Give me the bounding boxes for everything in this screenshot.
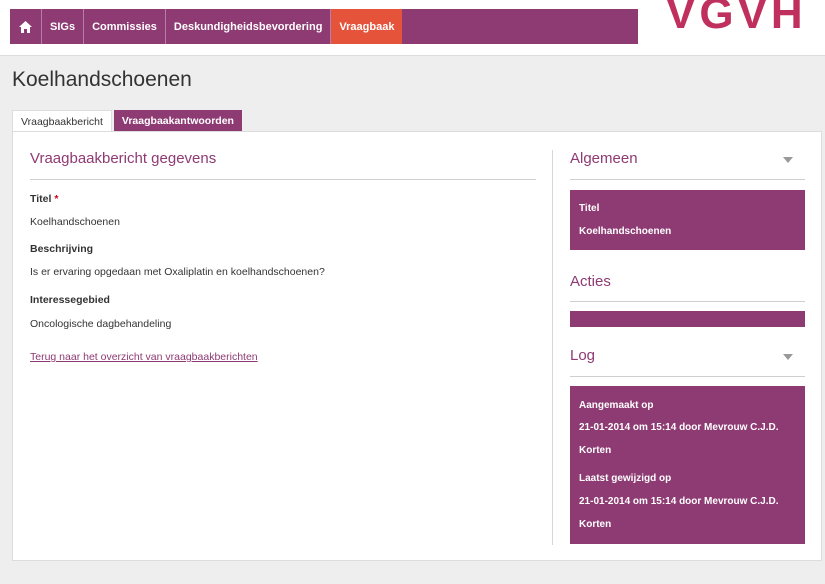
required-marker: *	[54, 193, 59, 205]
divider	[570, 376, 805, 377]
divider	[570, 179, 805, 180]
nav-home[interactable]	[10, 9, 42, 44]
titel-label: Titel *	[30, 193, 59, 205]
divider	[570, 301, 805, 302]
nav-sigs[interactable]: SIGs	[42, 9, 85, 44]
tab-vraagbaakbericht[interactable]: Vraagbaakbericht	[12, 110, 112, 132]
algemeen-box: Titel Koelhandschoenen	[570, 190, 805, 250]
main-nav: SIGs Commissies Deskundigheidsbevorderin…	[10, 9, 638, 44]
chevron-down-icon[interactable]	[783, 157, 793, 163]
log-modified-line1: 21-01-2014 om 15:14 door Mevrouw C.J.D.	[579, 496, 779, 507]
log-created-label: Aangemaakt op	[579, 400, 654, 411]
divider	[30, 179, 536, 180]
log-created-line2: Korten	[579, 445, 612, 456]
back-to-overview-link[interactable]: Terug naar het overzicht van vraagbaakbe…	[30, 351, 258, 363]
page-title: Koelhandschoenen	[12, 68, 192, 91]
interessegebied-value: Oncologische dagbehandeling	[30, 318, 172, 330]
content-panel: Vraagbaakbericht gegevens Titel * Koelha…	[12, 131, 822, 561]
algemeen-titel-label: Titel	[579, 203, 600, 214]
acties-box	[570, 311, 805, 327]
top-header: SIGs Commissies Deskundigheidsbevorderin…	[0, 0, 825, 56]
svg-text:VGVH: VGVH	[666, 0, 807, 32]
interessegebied-label: Interessegebied	[30, 294, 110, 306]
nav-vraagbaak[interactable]: Vraagbaak	[331, 9, 403, 44]
log-created-line1: 21-01-2014 om 15:14 door Mevrouw C.J.D.	[579, 422, 779, 433]
nav-deskundigheidsbevordering[interactable]: Deskundigheidsbevordering	[166, 9, 332, 44]
chevron-down-icon[interactable]	[783, 354, 793, 360]
vgvh-logo: VGVH	[664, 0, 825, 32]
acties-title: Acties	[570, 273, 611, 290]
nav-commissies[interactable]: Commissies	[84, 9, 166, 44]
home-icon	[19, 20, 32, 33]
tab-bar: Vraagbaakbericht Vraagbaakantwoorden	[12, 110, 242, 132]
log-box: Aangemaakt op 21-01-2014 om 15:14 door M…	[570, 386, 805, 544]
algemeen-title: Algemeen	[570, 150, 638, 167]
column-divider	[552, 150, 553, 545]
beschrijving-label: Beschrijving	[30, 243, 94, 255]
log-modified-line2: Korten	[579, 519, 612, 530]
log-title: Log	[570, 347, 596, 364]
tab-vraagbaakantwoorden[interactable]: Vraagbaakantwoorden	[113, 110, 242, 132]
details-section-title: Vraagbaakbericht gegevens	[30, 150, 217, 167]
titel-value: Koelhandschoenen	[30, 216, 120, 228]
log-modified-label: Laatst gewijzigd op	[579, 473, 672, 484]
beschrijving-value: Is er ervaring opgedaan met Oxaliplatin …	[30, 266, 325, 278]
algemeen-titel-value: Koelhandschoenen	[579, 226, 672, 237]
